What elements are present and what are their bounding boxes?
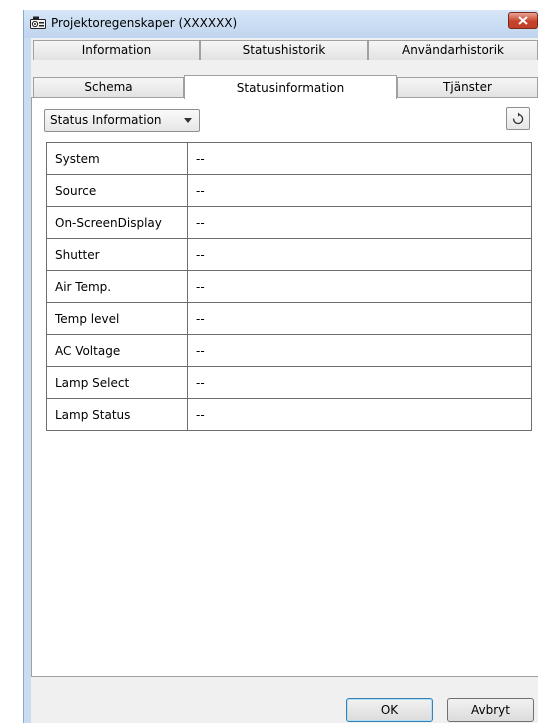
view-select-dropdown[interactable]: Status Information (44, 109, 200, 132)
status-label: On-ScreenDisplay (46, 206, 188, 239)
status-table: System -- Source -- On-ScreenDisplay -- … (46, 142, 532, 431)
status-label: Air Temp. (46, 270, 188, 303)
cancel-button[interactable]: Avbryt (447, 698, 534, 722)
status-value: -- (187, 334, 532, 367)
tab-user-history[interactable]: Användarhistorik (368, 40, 538, 60)
dialog-client: Information Statushistorik Användarhisto… (31, 38, 538, 723)
button-bar: OK Avbryt (31, 677, 538, 723)
projector-icon (30, 16, 46, 29)
window-title: Projektoregenskaper (XXXXXX) (51, 16, 238, 30)
tab-information[interactable]: Information (33, 40, 200, 60)
status-value: -- (187, 142, 532, 175)
tab-row-front: Schema Statusinformation Tjänster (31, 75, 538, 99)
ok-button[interactable]: OK (346, 698, 433, 722)
status-label: Temp level (46, 302, 188, 335)
status-value: -- (187, 302, 532, 335)
tab-schedule[interactable]: Schema (33, 77, 184, 97)
close-button[interactable] (508, 12, 538, 29)
status-label: Lamp Status (46, 398, 188, 431)
close-icon (518, 16, 528, 25)
view-select-value: Status Information (50, 113, 162, 127)
chevron-down-icon (184, 118, 192, 123)
status-value: -- (187, 238, 532, 271)
properties-window: Projektoregenskaper (XXXXXX) Information… (23, 10, 538, 723)
table-row: AC Voltage -- (46, 334, 532, 367)
status-label: Shutter (46, 238, 188, 271)
status-label: AC Voltage (46, 334, 188, 367)
status-label: Source (46, 174, 188, 207)
refresh-button[interactable] (506, 107, 530, 130)
title-bar[interactable]: Projektoregenskaper (XXXXXX) (24, 10, 538, 38)
table-row: System -- (46, 142, 532, 175)
status-label: Lamp Select (46, 366, 188, 399)
tab-status-history[interactable]: Statushistorik (200, 40, 368, 60)
tab-status-information[interactable]: Statusinformation (184, 75, 397, 99)
table-row: Lamp Status -- (46, 398, 532, 431)
status-value: -- (187, 270, 532, 303)
status-value: -- (187, 174, 532, 207)
table-row: Shutter -- (46, 238, 532, 271)
table-row: Air Temp. -- (46, 270, 532, 303)
table-row: On-ScreenDisplay -- (46, 206, 532, 239)
status-value: -- (187, 366, 532, 399)
status-value: -- (187, 398, 532, 431)
status-value: -- (187, 206, 532, 239)
status-panel: Status Information System -- Source -- O… (31, 97, 538, 677)
table-row: Temp level -- (46, 302, 532, 335)
table-row: Source -- (46, 174, 532, 207)
tab-services[interactable]: Tjänster (397, 77, 538, 97)
refresh-icon (512, 112, 524, 124)
status-label: System (46, 142, 188, 175)
table-row: Lamp Select -- (46, 366, 532, 399)
tab-row-back: Information Statushistorik Användarhisto… (31, 40, 538, 60)
